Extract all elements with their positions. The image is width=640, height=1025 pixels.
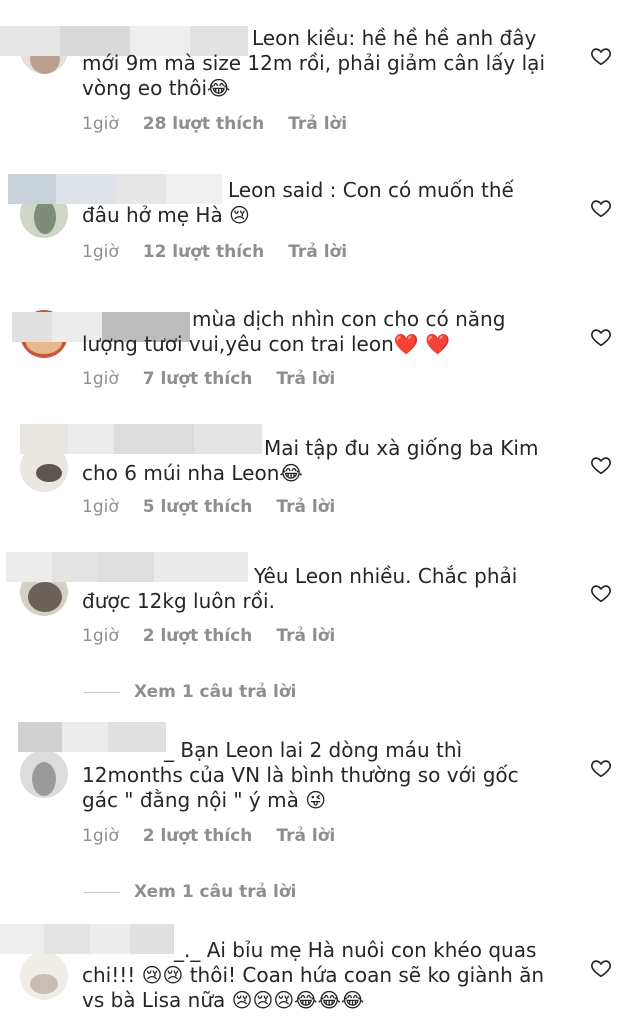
heart-outline-icon[interactable] [590,45,612,67]
view-replies-label[interactable]: Xem 1 câu trả lời [134,682,296,702]
comment-text: Leon kiều: hề hề hề anh đây mới 9m mà si… [82,26,545,100]
comment-meta: 1giờ 7 lượt thích Trả lời [82,369,335,389]
comment-1: Leon kiều: hề hề hề anh đây mới 9m mà si… [0,0,640,150]
divider [84,691,120,693]
likes-count[interactable]: 28 lượt thích [143,114,264,134]
comment-6: _ Bạn Leon lai 2 dòng máu thì 12months c… [0,714,640,918]
comment-text: _._ Ai bỉu mẹ Hà nuôi con khéo quas chi!… [82,938,545,1012]
comment-meta: 1giờ 2 lượt thích Trả lời [82,626,335,646]
comment-meta: 1giờ 5 lượt thích Trả lời [82,497,335,517]
comment-time: 1giờ [82,626,119,646]
comment-time: 1giờ [82,242,119,262]
comment-text: Yêu Leon nhiều. Chắc phải được 12kg luôn… [82,564,518,613]
heart-outline-icon[interactable] [590,582,612,604]
comment-5: Yêu Leon nhiều. Chắc phải được 12kg luôn… [0,534,640,714]
comment-2: Leon said : Con có muốn thế đâu hở mẹ Hà… [0,150,640,278]
comment-text: Mai tập đu xà giống ba Kim cho 6 múi nha… [82,436,539,485]
comment-time: 1giờ [82,497,119,517]
reply-button[interactable]: Trả lời [276,497,335,517]
reply-button[interactable]: Trả lời [276,626,335,646]
comment-time: 1giờ [82,826,119,846]
comment-time: 1giờ [82,114,119,134]
likes-count[interactable]: 2 lượt thích [143,826,253,846]
divider [84,891,120,893]
heart-outline-icon[interactable] [590,957,612,979]
comment-meta: 1giờ 2 lượt thích Trả lời [82,826,335,846]
comment-7: _._ Ai bỉu mẹ Hà nuôi con khéo quas chi!… [0,918,640,1025]
heart-outline-icon[interactable] [590,197,612,219]
comment-text: mùa dịch nhìn con cho có năng lượng tươi… [82,307,506,356]
reply-button[interactable]: Trả lời [288,242,347,262]
likes-count[interactable]: 12 lượt thích [143,242,264,262]
view-replies-label[interactable]: Xem 1 câu trả lời [134,882,296,902]
reply-button[interactable]: Trả lời [276,369,335,389]
heart-outline-icon[interactable] [590,326,612,348]
heart-outline-icon[interactable] [590,757,612,779]
likes-count[interactable]: 7 lượt thích [143,369,253,389]
heart-outline-icon[interactable] [590,454,612,476]
reply-button[interactable]: Trả lời [276,826,335,846]
view-replies-link[interactable]: Xem 1 câu trả lời [84,682,296,702]
avatar[interactable] [20,750,68,798]
comment-meta: 1giờ 28 lượt thích Trả lời [82,114,347,134]
comment-text: Leon said : Con có muốn thế đâu hở mẹ Hà… [82,178,514,227]
view-replies-link[interactable]: Xem 1 câu trả lời [84,882,296,902]
likes-count[interactable]: 2 lượt thích [143,626,253,646]
comment-4: Mai tập đu xà giống ba Kim cho 6 múi nha… [0,406,640,534]
comment-meta: 1giờ 12 lượt thích Trả lời [82,242,347,262]
comment-3: mùa dịch nhìn con cho có năng lượng tươi… [0,278,640,406]
comment-time: 1giờ [82,369,119,389]
avatar[interactable] [20,952,68,1000]
likes-count[interactable]: 5 lượt thích [143,497,253,517]
reply-button[interactable]: Trả lời [288,114,347,134]
comment-text: _ Bạn Leon lai 2 dòng máu thì 12months c… [82,738,519,812]
